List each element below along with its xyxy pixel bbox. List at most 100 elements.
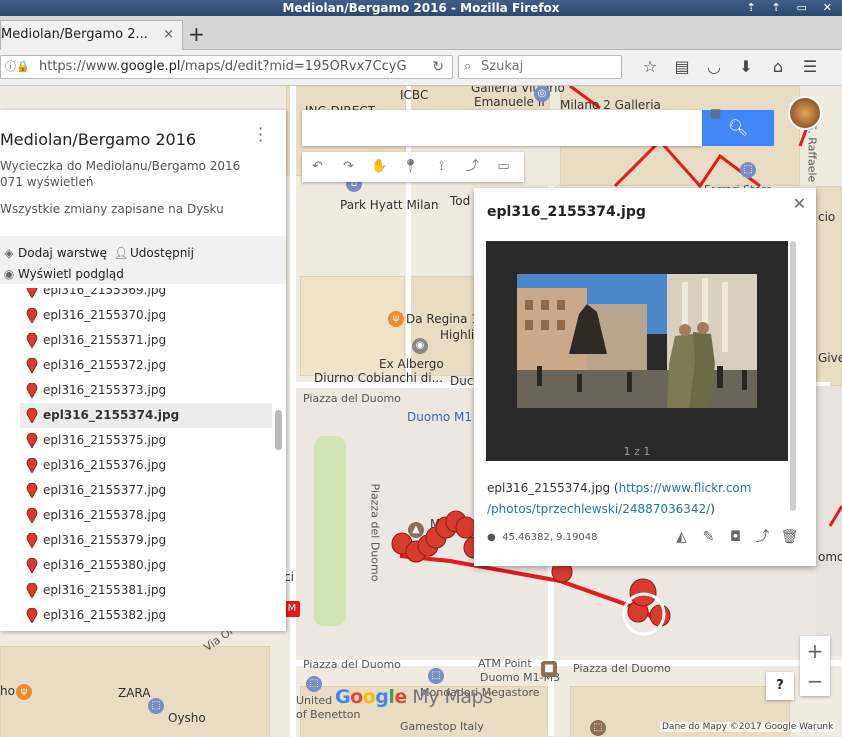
red-marker-icon: [26, 358, 38, 373]
window-titlebar: Mediolan/Bergamo 2016 - Mozilla Firefox …: [0, 0, 842, 16]
add-marker-icon[interactable]: 📍︎: [395, 152, 426, 182]
map-attribution[interactable]: Dane do Mapy ©2017 Google Warunk: [660, 722, 836, 732]
help-button[interactable]: ?: [766, 672, 794, 700]
new-tab-button[interactable]: +: [188, 22, 205, 46]
red-marker-icon: [26, 408, 38, 423]
marker-list-item[interactable]: epl316_2155376.jpg: [20, 453, 272, 478]
save-status: Wszystkie zmiany zapisane na Dysku: [0, 202, 224, 216]
photo-image[interactable]: [517, 274, 757, 408]
marker-list-item[interactable]: epl316_2155378.jpg: [20, 503, 272, 528]
red-marker-icon: [26, 383, 38, 398]
directions-icon[interactable]: ⤴: [457, 152, 488, 182]
hand-pan-icon[interactable]: ✋: [364, 152, 395, 182]
coordinates-value: 45.46382, 9.19048: [502, 532, 598, 543]
add-layer-button[interactable]: ◈ Dodaj warstwę: [0, 244, 107, 262]
draw-line-icon[interactable]: ⟟: [426, 152, 457, 182]
red-marker-icon: [26, 308, 38, 323]
marker-list-item[interactable]: epl316_2155369.jpg: [20, 288, 272, 303]
tab-bar: Mediolan/Bergamo 2... × +: [0, 16, 842, 50]
red-marker-icon: [26, 558, 38, 573]
red-marker-icon: [26, 288, 38, 298]
hamburger-menu-icon[interactable]: ☰: [794, 56, 826, 78]
map-marker: [649, 604, 671, 627]
marker-list-item[interactable]: epl316_2155380.jpg: [20, 553, 272, 578]
photo-caption: epl316_2155374.jpg (https://www.flickr.c…: [487, 478, 777, 520]
map-title[interactable]: Mediolan/Bergamo 2016: [0, 130, 196, 149]
undo-icon[interactable]: ↶: [302, 152, 333, 182]
red-marker-icon: [26, 508, 38, 523]
marker-list-item[interactable]: epl316_2155371.jpg: [20, 328, 272, 353]
edit-pencil-icon[interactable]: ✎: [695, 529, 722, 545]
preview-button[interactable]: ◉ Wyświetl podgląd: [0, 265, 124, 283]
info-lock-icon[interactable]: ⓘ🔒: [5, 56, 30, 78]
marker-list-item[interactable]: epl316_2155372.jpg: [20, 353, 272, 378]
info-title[interactable]: epl316_2155374.jpg: [487, 204, 646, 220]
delete-trash-icon[interactable]: 🗑︎: [776, 529, 803, 545]
marker-list-item[interactable]: epl316_2155377.jpg: [20, 478, 272, 503]
directions-icon[interactable]: ⤴: [749, 526, 776, 546]
panel-actions: ◈ Dodaj warstwę 👤︎Udostępnij ◉ Wyświetl po…: [0, 236, 286, 284]
marker-list-label: epl316_2155377.jpg: [43, 483, 167, 497]
tab-mediolan[interactable]: Mediolan/Bergamo 2... ×: [0, 20, 183, 50]
tab-close-icon[interactable]: ×: [163, 21, 174, 49]
download-icon[interactable]: ⬇: [730, 56, 762, 78]
share-button[interactable]: 👤︎Udostępnij: [112, 244, 194, 262]
marker-list-label: epl316_2155371.jpg: [43, 333, 167, 347]
bookmark-star-icon[interactable]: ☆: [634, 56, 666, 78]
pocket-icon[interactable]: ◡: [698, 56, 730, 78]
redo-icon[interactable]: ↷: [333, 152, 364, 182]
marker-list-item[interactable]: epl316_2155375.jpg: [20, 428, 272, 453]
red-marker-icon: [26, 533, 38, 548]
window-controls[interactable]: ⇡ ⇡ ▭ ✕: [746, 0, 838, 16]
caption-end: ): [710, 502, 715, 516]
zoom-in-button[interactable]: +: [800, 636, 830, 666]
marker-list-label: epl316_2155373.jpg: [43, 383, 167, 397]
marker-list-label: epl316_2155382.jpg: [43, 608, 167, 622]
red-marker-icon: [26, 608, 38, 623]
marker-list-item[interactable]: epl316_2155374.jpg: [20, 403, 272, 428]
search-icon: ⌕: [464, 59, 472, 74]
marker-list: epl316_2155369.jpg epl316_2155370.jpg epl3…: [0, 288, 286, 627]
user-avatar[interactable]: [788, 96, 822, 130]
marker-list-item[interactable]: epl316_2155382.jpg: [20, 603, 272, 627]
list-scrollbar[interactable]: [275, 410, 282, 450]
marker-list-label: epl316_2155369.jpg: [43, 288, 167, 297]
marker-list-label: epl316_2155381.jpg: [43, 583, 167, 597]
layers-icon: ◈: [4, 246, 14, 260]
marker-list-item[interactable]: epl316_2155373.jpg: [20, 378, 272, 403]
camera-icon[interactable]: ◘: [722, 529, 749, 545]
google-my-maps-logo: Google My Maps: [335, 686, 493, 708]
map-canvas[interactable]: ING DIRECT ICBC Galleria Vittorio Emanue…: [0, 86, 842, 737]
apps-grid-icon[interactable]: ▦: [710, 106, 724, 120]
red-marker-icon: [26, 333, 38, 348]
marker-list-item[interactable]: epl316_2155379.jpg: [20, 528, 272, 553]
layers-panel: Mediolan/Bergamo 2016 · · · Wycieczka do M…: [0, 110, 286, 631]
reload-icon[interactable]: ↻: [432, 56, 444, 78]
marker-list-item[interactable]: epl316_2155370.jpg: [20, 303, 272, 328]
reader-list-icon[interactable]: ▤: [666, 56, 698, 78]
map-description[interactable]: Wycieczka do Mediolanu/Bergamo 2016 071 …: [0, 158, 240, 190]
search-placeholder: Szukaj: [481, 59, 524, 74]
marker-list-label: epl316_2155372.jpg: [43, 358, 167, 372]
zoom-out-button[interactable]: −: [800, 666, 830, 696]
marker-list-label: epl316_2155376.jpg: [43, 458, 167, 472]
info-tools: ◭ ✎ ◘ ⤴ 🗑︎: [668, 526, 803, 546]
ruler-icon[interactable]: ▭: [488, 152, 519, 182]
more-options-icon[interactable]: · · ·: [258, 121, 263, 149]
map-search-input[interactable]: [302, 110, 702, 146]
caption-filename: epl316_2155374.jpg (: [487, 481, 619, 495]
marker-list-label: epl316_2155374.jpg: [43, 408, 180, 422]
red-marker-icon: [26, 458, 38, 473]
home-icon[interactable]: ⌂: [762, 56, 794, 78]
marker-info-window: epl316_2155374.jpg ✕ 1 z 1 epl316_215537…: [474, 188, 816, 566]
info-scrollbar[interactable]: [790, 241, 796, 511]
add-layer-label: Dodaj warstwę: [18, 246, 107, 260]
browser-search-input[interactable]: ⌕ Szukaj: [458, 55, 622, 79]
close-icon[interactable]: ✕: [793, 194, 806, 213]
photo-counter: 1 z 1: [623, 445, 651, 458]
coordinates-row: ● 45.46382, 9.19048: [487, 532, 598, 543]
marker-list-item[interactable]: epl316_2155381.jpg: [20, 578, 272, 603]
paint-bucket-icon[interactable]: ◭: [668, 529, 695, 545]
marker-list-label: epl316_2155379.jpg: [43, 533, 167, 547]
address-bar[interactable]: ⓘ🔒 https://www.google.pl/maps/d/edit?mid…: [0, 55, 453, 79]
